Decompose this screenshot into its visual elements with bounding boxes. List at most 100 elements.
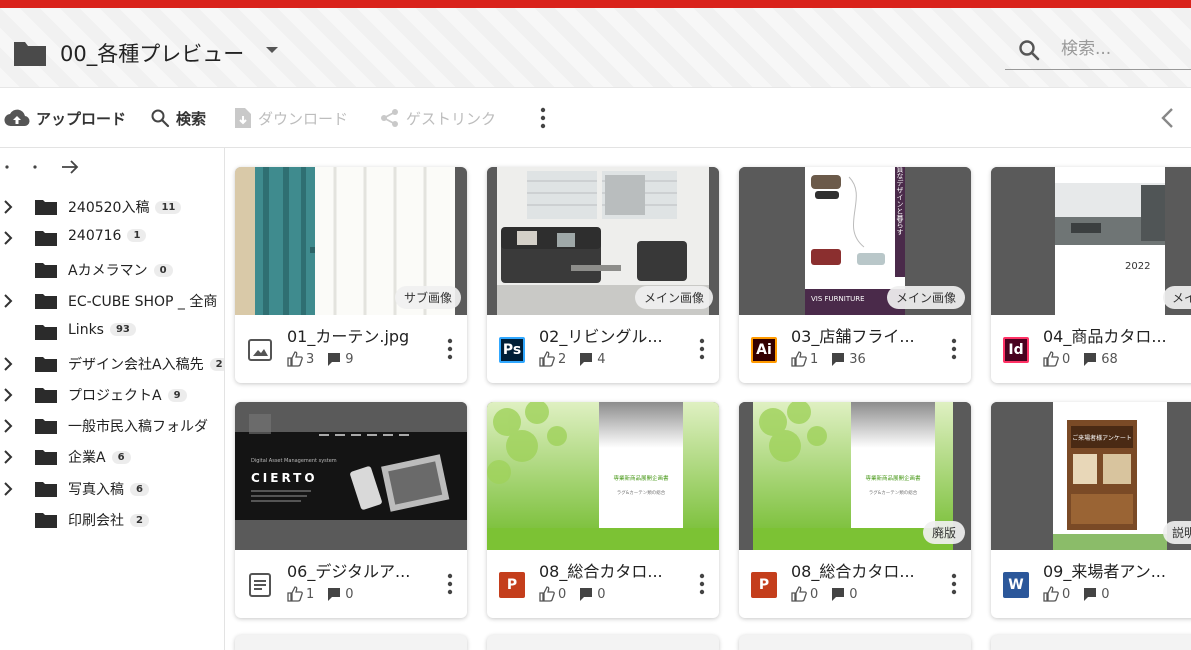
tree-item[interactable]: デザイン会社A入稿先 2 [0, 348, 224, 379]
arrow-right-icon[interactable] [60, 158, 80, 176]
chevron-right-icon[interactable] [3, 481, 13, 496]
folder-icon [14, 42, 46, 66]
search-icon[interactable] [1017, 38, 1041, 62]
file-card[interactable]: サブ画像 01_カーテン.jpg 3 9 [235, 167, 467, 383]
file-card[interactable]: 専業新商品展開企画書 ラグ&カーテン類の総合 廃版 P 08_総合カタロ... 0 … [739, 402, 971, 618]
file-card[interactable] [739, 635, 971, 650]
comment-icon[interactable] [830, 351, 846, 367]
download-button[interactable]: ダウンロード [234, 106, 348, 130]
chevron-down-icon[interactable] [265, 46, 279, 54]
folder-title[interactable]: 00_各種プレビュー [60, 38, 244, 68]
file-card[interactable]: 専業新商品展開企画書 ラグ&カーテン類の総合 P 08_総合カタロ... 0 0 [487, 402, 719, 618]
comment-icon[interactable] [326, 351, 342, 367]
dot-icon[interactable] [32, 164, 38, 170]
tree-item[interactable]: Aカメラマン 0 [0, 254, 224, 285]
search-box[interactable] [1005, 30, 1191, 70]
like-count: 2 [558, 351, 567, 367]
download-file-icon [235, 108, 251, 128]
cierto-logo-text: CIERTO [251, 471, 318, 485]
file-thumbnail[interactable]: メイン画像 [487, 167, 719, 315]
thumbs-up-icon[interactable] [1043, 351, 1059, 367]
tree-item[interactable]: プロジェクトA 9 [0, 379, 224, 410]
tree-item[interactable]: EC-CUBE SHOP _ 全商 [0, 285, 224, 316]
thumbs-up-icon[interactable] [1043, 586, 1059, 602]
thumbs-up-icon[interactable] [539, 586, 555, 602]
like-count: 0 [1062, 586, 1071, 602]
more-vertical-icon[interactable] [536, 106, 550, 130]
chevron-right-icon[interactable] [3, 450, 13, 465]
tree-item[interactable]: 240520入稿 11 [0, 191, 224, 222]
thumbs-up-icon[interactable] [287, 351, 303, 367]
chevron-right-icon[interactable] [3, 200, 13, 214]
chevron-right-icon[interactable] [3, 388, 13, 402]
file-name[interactable]: 04_商品カタロ... [1043, 323, 1191, 347]
file-card[interactable] [235, 635, 467, 650]
more-vertical-icon[interactable] [697, 572, 707, 596]
file-card[interactable] [991, 635, 1191, 650]
folder-icon [35, 419, 57, 435]
image-icon [248, 339, 272, 361]
file-card[interactable]: メイン画像 Ps 02_リビングル... 2 4 [487, 167, 719, 383]
tree-item-name: 240520入稿 [68, 200, 150, 216]
tree-item[interactable]: 240716 1 [0, 222, 224, 253]
tree-item[interactable]: 企業A 6 [0, 441, 224, 472]
file-thumbnail[interactable]: 上質なデザインと暮らす VIS FURNITURE メイン画像 [739, 167, 971, 315]
more-vertical-icon[interactable] [445, 337, 455, 361]
chevron-right-icon[interactable] [3, 294, 13, 308]
file-thumbnail[interactable]: 2022 メイン [991, 167, 1191, 315]
file-card[interactable] [487, 635, 719, 650]
chevron-right-icon[interactable] [3, 231, 13, 246]
file-thumbnail[interactable]: サブ画像 [235, 167, 467, 315]
more-vertical-icon[interactable] [949, 337, 959, 361]
chevron-left-icon[interactable] [1158, 106, 1178, 130]
file-thumbnail[interactable]: 専業新商品展開企画書 ラグ&カーテン類の総合 廃版 [739, 402, 971, 550]
tree-item-label: 写真入稿 6 [68, 479, 149, 499]
more-vertical-icon[interactable] [949, 572, 959, 596]
tree-item-name: 240716 [68, 228, 122, 245]
guest-link-button[interactable]: ゲストリンク [380, 106, 496, 130]
website-preview: Digital Asset Management system CIERTO [235, 402, 467, 550]
file-name[interactable]: 06_デジタルア... [287, 558, 437, 582]
thumbs-up-icon[interactable] [287, 586, 303, 602]
upload-button[interactable]: アップロード [4, 106, 126, 130]
thumbs-up-icon[interactable] [791, 586, 807, 602]
comment-icon[interactable] [326, 586, 342, 602]
dot-icon[interactable] [4, 164, 10, 170]
tree-item[interactable]: 印刷会社 2 [0, 504, 224, 535]
file-name[interactable]: 02_リビングル... [539, 323, 689, 347]
file-card[interactable]: ご来場者様アンケート 説明資 W 09_来場者アン... 0 0 [991, 402, 1191, 618]
file-tag: 説明資 [1162, 521, 1191, 544]
file-name[interactable]: 09_来場者アン... [1043, 558, 1191, 582]
search-button[interactable]: 検索 [150, 106, 206, 130]
file-name[interactable]: 08_総合カタロ... [539, 558, 689, 582]
catalog-year: 2022 [1125, 261, 1150, 272]
tree-item[interactable]: 写真入稿 6 [0, 473, 224, 504]
file-card[interactable]: 上質なデザインと暮らす VIS FURNITURE メイン画像 Ai 03_店舗フラ… [739, 167, 971, 383]
chevron-right-icon[interactable] [3, 419, 13, 433]
comment-icon[interactable] [578, 586, 594, 602]
comment-icon[interactable] [1082, 351, 1098, 367]
search-icon [151, 109, 170, 128]
tree-item[interactable]: 一般市民入稿フォルダ [0, 410, 224, 441]
file-thumbnail[interactable]: Digital Asset Management system CIERTO [235, 402, 467, 550]
count-badge: 93 [109, 323, 136, 337]
file-thumbnail[interactable]: ご来場者様アンケート 説明資 [991, 402, 1191, 550]
comment-icon[interactable] [830, 586, 846, 602]
file-name[interactable]: 08_総合カタロ... [791, 558, 941, 582]
chevron-right-icon[interactable] [3, 356, 13, 371]
file-stats: 0 68 [1043, 351, 1118, 367]
comment-icon[interactable] [1082, 586, 1098, 602]
file-name[interactable]: 03_店舗フライ... [791, 323, 941, 347]
file-card[interactable]: 2022 メイン Id 04_商品カタロ... 0 68 [991, 167, 1191, 383]
more-vertical-icon[interactable] [445, 572, 455, 596]
tree-item-label: 240520入稿 11 [68, 197, 182, 217]
file-card[interactable]: Digital Asset Management system CIERTO 0… [235, 402, 467, 618]
thumbs-up-icon[interactable] [791, 351, 807, 367]
file-name[interactable]: 01_カーテン.jpg [287, 323, 437, 347]
comment-icon[interactable] [578, 351, 594, 367]
file-thumbnail[interactable]: 専業新商品展開企画書 ラグ&カーテン類の総合 [487, 402, 719, 550]
tree-item[interactable]: Links 93 [0, 316, 224, 347]
more-vertical-icon[interactable] [697, 337, 707, 361]
search-input[interactable] [1061, 35, 1191, 63]
thumbs-up-icon[interactable] [539, 351, 555, 367]
